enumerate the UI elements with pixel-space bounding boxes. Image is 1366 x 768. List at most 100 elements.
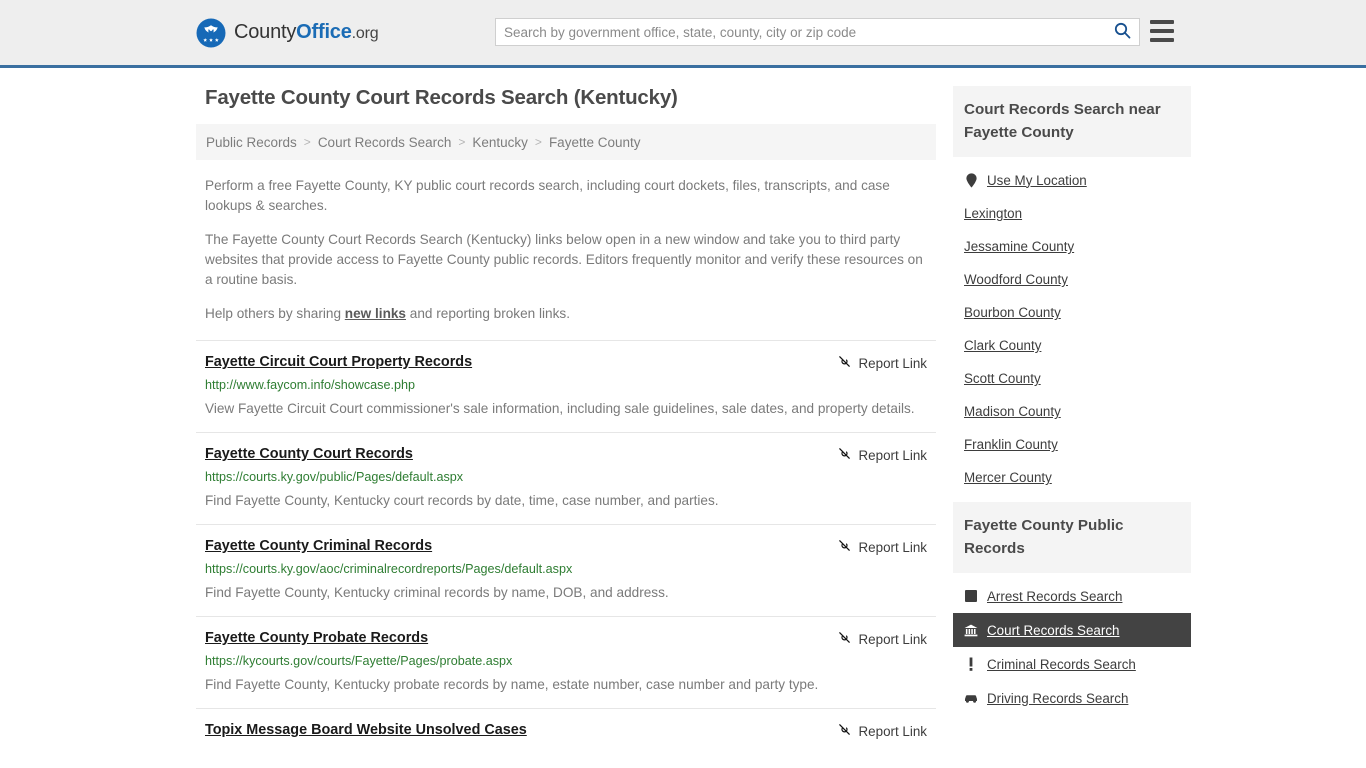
sidebar-public-records-box: Fayette County Public Records Arrest Rec… — [953, 502, 1191, 715]
sidebar-item-madison-county[interactable]: Madison County — [953, 395, 1191, 428]
car-icon — [964, 690, 978, 706]
breadcrumb-item-kentucky[interactable]: Kentucky — [472, 135, 528, 150]
sidebar-nearby-heading: Court Records Search near Fayette County — [953, 86, 1191, 157]
sidebar-item-label: Lexington — [964, 206, 1023, 221]
result-description: Find Fayette County, Kentucky probate re… — [205, 677, 819, 692]
sidebar-nearby-list: Use My Location Lexington Jessamine Coun… — [953, 157, 1191, 494]
report-link-label: Report Link — [858, 447, 927, 463]
result-title-link[interactable]: Fayette Circuit Court Property Records — [205, 353, 472, 371]
sidebar-item-clark-county[interactable]: Clark County — [953, 329, 1191, 362]
results-list: Fayette Circuit Court Property Records R… — [196, 340, 936, 756]
result-description: Find Fayette County, Kentucky criminal r… — [205, 585, 669, 600]
sidebar-item-label: Driving Records Search — [987, 690, 1129, 706]
intro-paragraph-1: Perform a free Fayette County, KY public… — [205, 178, 890, 213]
sidebar-item-label: Clark County — [964, 338, 1042, 353]
result-item: Fayette County Court Records Report Link — [196, 432, 936, 524]
report-link-button[interactable]: Report Link — [837, 538, 927, 556]
result-url: http://www.faycom.info/showcase.php — [205, 378, 415, 392]
report-link-button[interactable]: Report Link — [837, 630, 927, 648]
breadcrumb-separator: > — [458, 135, 466, 149]
intro-paragraph-2: The Fayette County Court Records Search … — [205, 232, 923, 287]
sidebar-item-label: Criminal Records Search — [987, 656, 1136, 672]
report-link-label: Report Link — [858, 539, 927, 555]
broken-link-icon — [837, 354, 852, 372]
broken-link-icon — [837, 722, 852, 740]
sidebar-item-label: Bourbon County — [964, 305, 1061, 320]
hamburger-bar-1 — [1150, 20, 1174, 24]
breadcrumb-separator: > — [534, 135, 542, 149]
sidebar-item-label: Mercer County — [964, 470, 1052, 485]
result-title-link[interactable]: Fayette County Court Records — [205, 445, 413, 463]
sidebar-item-label: Scott County — [964, 371, 1041, 386]
result-url: https://kycourts.gov/courts/Fayette/Page… — [205, 654, 513, 668]
breadcrumb-item-fayette-county[interactable]: Fayette County — [549, 135, 641, 150]
search-bar[interactable] — [495, 18, 1140, 46]
sidebar-item-bourbon-county[interactable]: Bourbon County — [953, 296, 1191, 329]
page-title: Fayette County Court Records Search (Ken… — [205, 86, 678, 109]
sidebar-item-use-my-location[interactable]: Use My Location — [953, 163, 1191, 197]
sidebar-item-jessamine-county[interactable]: Jessamine County — [953, 230, 1191, 263]
broken-link-icon — [837, 538, 852, 556]
report-link-label: Report Link — [858, 631, 927, 647]
courthouse-icon — [964, 622, 978, 638]
logo-word-county: County — [234, 21, 297, 43]
sidebar-item-arrest-records-search[interactable]: Arrest Records Search — [953, 579, 1191, 613]
report-link-button[interactable]: Report Link — [837, 446, 927, 464]
logo-word-tld: .org — [351, 25, 379, 42]
site-logo[interactable]: CountyOffice.org — [196, 18, 379, 48]
hamburger-menu-icon[interactable] — [1150, 20, 1174, 42]
sidebar-item-court-records-search[interactable]: Court Records Search — [953, 613, 1191, 647]
result-url: https://courts.ky.gov/public/Pages/defau… — [205, 470, 464, 484]
sidebar-item-label: Franklin County — [964, 437, 1058, 452]
sidebar-item-criminal-records-search[interactable]: Criminal Records Search — [953, 647, 1191, 681]
intro-paragraph-3: Help others by sharing new links and rep… — [205, 304, 927, 324]
search-button[interactable] — [1105, 19, 1139, 45]
sidebar-item-label: Arrest Records Search — [987, 588, 1123, 604]
main-content: Fayette County Court Records Search (Ken… — [196, 86, 936, 756]
intro-p3-before: Help others by sharing — [205, 306, 345, 321]
result-url: https://courts.ky.gov/aoc/criminalrecord… — [205, 562, 573, 576]
sidebar-item-franklin-county[interactable]: Franklin County — [953, 428, 1191, 461]
sidebar-public-records-heading: Fayette County Public Records — [953, 502, 1191, 573]
report-link-button[interactable]: Report Link — [837, 722, 927, 740]
result-description: Find Fayette County, Kentucky court reco… — [205, 493, 719, 508]
map-pin-icon — [964, 172, 978, 188]
report-link-button[interactable]: Report Link — [837, 354, 927, 372]
sidebar-item-mercer-county[interactable]: Mercer County — [953, 461, 1191, 494]
search-input[interactable] — [496, 19, 1105, 45]
result-item: Topix Message Board Website Unsolved Cas… — [196, 708, 936, 756]
logo-wordmark: CountyOffice.org — [234, 21, 379, 44]
sidebar-item-label: Jessamine County — [964, 239, 1075, 254]
sidebar-item-label: Court Records Search — [987, 622, 1120, 638]
sidebar-item-woodford-county[interactable]: Woodford County — [953, 263, 1191, 296]
breadcrumb: Public Records > Court Records Search > … — [196, 124, 936, 160]
eagle-shield-icon — [196, 18, 226, 48]
sidebar-item-label: Woodford County — [964, 272, 1068, 287]
intro-p3-after: and reporting broken links. — [406, 306, 570, 321]
result-item: Fayette Circuit Court Property Records R… — [196, 340, 936, 432]
result-item: Fayette County Probate Records Report Li… — [196, 616, 936, 708]
sidebar-nearby-box: Court Records Search near Fayette County… — [953, 86, 1191, 494]
sidebar-item-label: Use My Location — [987, 172, 1087, 188]
sidebar-item-scott-county[interactable]: Scott County — [953, 362, 1191, 395]
site-header: CountyOffice.org — [0, 0, 1366, 68]
report-link-label: Report Link — [858, 723, 927, 739]
result-description: View Fayette Circuit Court commissioner'… — [205, 401, 915, 416]
hamburger-bar-3 — [1150, 38, 1174, 42]
logo-word-office: Office — [296, 21, 352, 43]
result-title-link[interactable]: Fayette County Probate Records — [205, 629, 428, 647]
breadcrumb-item-court-records-search[interactable]: Court Records Search — [318, 135, 452, 150]
new-links-link[interactable]: new links — [345, 306, 406, 321]
exclamation-icon — [964, 656, 978, 672]
search-icon — [1114, 22, 1131, 42]
broken-link-icon — [837, 630, 852, 648]
result-title-link[interactable]: Topix Message Board Website Unsolved Cas… — [205, 721, 527, 739]
breadcrumb-separator: > — [303, 135, 311, 149]
result-title-link[interactable]: Fayette County Criminal Records — [205, 537, 432, 555]
sidebar-item-lexington[interactable]: Lexington — [953, 197, 1191, 230]
sidebar-item-driving-records-search[interactable]: Driving Records Search — [953, 681, 1191, 715]
sidebar: Court Records Search near Fayette County… — [953, 86, 1191, 723]
page-body: Fayette County Court Records Search (Ken… — [0, 68, 1366, 756]
breadcrumb-item-public-records[interactable]: Public Records — [206, 135, 297, 150]
sidebar-item-label: Madison County — [964, 404, 1061, 419]
